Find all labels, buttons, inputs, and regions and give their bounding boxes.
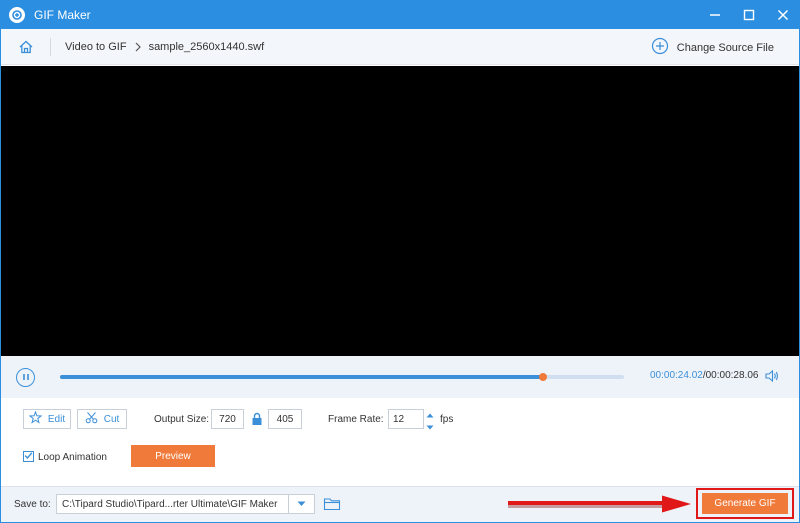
progress-fill	[60, 375, 543, 379]
change-source-button[interactable]: Change Source File	[651, 37, 774, 58]
player-bar: 00:00:24.02/00:00:28.06	[0, 356, 800, 398]
output-width-input[interactable]: 720	[211, 409, 244, 429]
duration: 00:00:28.06	[705, 370, 759, 381]
app-logo-icon	[9, 6, 25, 23]
change-source-label: Change Source File	[676, 41, 774, 54]
check-icon	[24, 451, 33, 463]
time-readout: 00:00:24.02/00:00:28.06	[650, 370, 758, 381]
preview-button[interactable]: Preview	[131, 445, 215, 467]
current-time: 00:00:24.02	[650, 370, 703, 381]
edit-label: Edit	[47, 413, 66, 425]
gif-settings-panel: Edit Cut Output Size: 720 405 Frame Rate…	[0, 398, 800, 486]
spinner-down-icon[interactable]	[426, 421, 434, 433]
edit-button[interactable]: Edit	[23, 409, 71, 429]
pause-icon[interactable]	[16, 367, 35, 387]
volume-icon[interactable]	[764, 368, 780, 384]
generate-gif-button[interactable]: Generate GIF	[702, 493, 788, 514]
save-path-value: C:\Tipard Studio\Tipard...rter Ultimate\…	[62, 498, 278, 510]
cut-button[interactable]: Cut	[77, 409, 127, 429]
output-size-label: Output Size:	[154, 414, 210, 425]
red-arrow-icon	[506, 494, 692, 516]
fps-label: fps	[440, 414, 454, 425]
frame-rate-input[interactable]: 12	[388, 409, 424, 429]
title-bar: GIF Maker	[0, 0, 800, 29]
frame-rate-stepper[interactable]	[425, 409, 434, 430]
minimize-icon[interactable]	[698, 0, 732, 29]
lock-icon[interactable]	[251, 412, 263, 426]
video-preview[interactable]	[0, 66, 800, 356]
progress-handle[interactable]	[538, 373, 547, 381]
breadcrumb: Video to GIF sample_2560x1440.swf Change…	[0, 29, 800, 65]
home-icon[interactable]	[16, 37, 36, 57]
cut-label: Cut	[103, 413, 120, 425]
loop-animation-checkbox[interactable]	[23, 451, 34, 462]
loop-animation-label: Loop Animation	[38, 452, 107, 463]
spinner-up-icon[interactable]	[426, 409, 434, 421]
save-path-select[interactable]: C:\Tipard Studio\Tipard...rter Ultimate\…	[56, 494, 315, 514]
edit-star-icon	[28, 410, 43, 427]
progress-slider[interactable]	[60, 373, 624, 381]
close-icon[interactable]	[766, 0, 800, 29]
output-height-input[interactable]: 405	[268, 409, 302, 429]
dropdown-icon[interactable]	[288, 495, 314, 513]
frame-rate-label: Frame Rate:	[328, 414, 384, 425]
save-to-label: Save to:	[14, 499, 51, 510]
breadcrumb-file-name: sample_2560x1440.swf	[148, 40, 265, 53]
scissors-icon	[85, 411, 98, 427]
breadcrumb-video-to-gif[interactable]: Video to GIF	[65, 41, 127, 53]
chevron-right-icon	[135, 42, 141, 52]
folder-icon[interactable]	[323, 496, 341, 512]
plus-circle-icon	[651, 37, 669, 58]
window-title: GIF Maker	[34, 7, 91, 22]
maximize-icon[interactable]	[732, 0, 766, 29]
